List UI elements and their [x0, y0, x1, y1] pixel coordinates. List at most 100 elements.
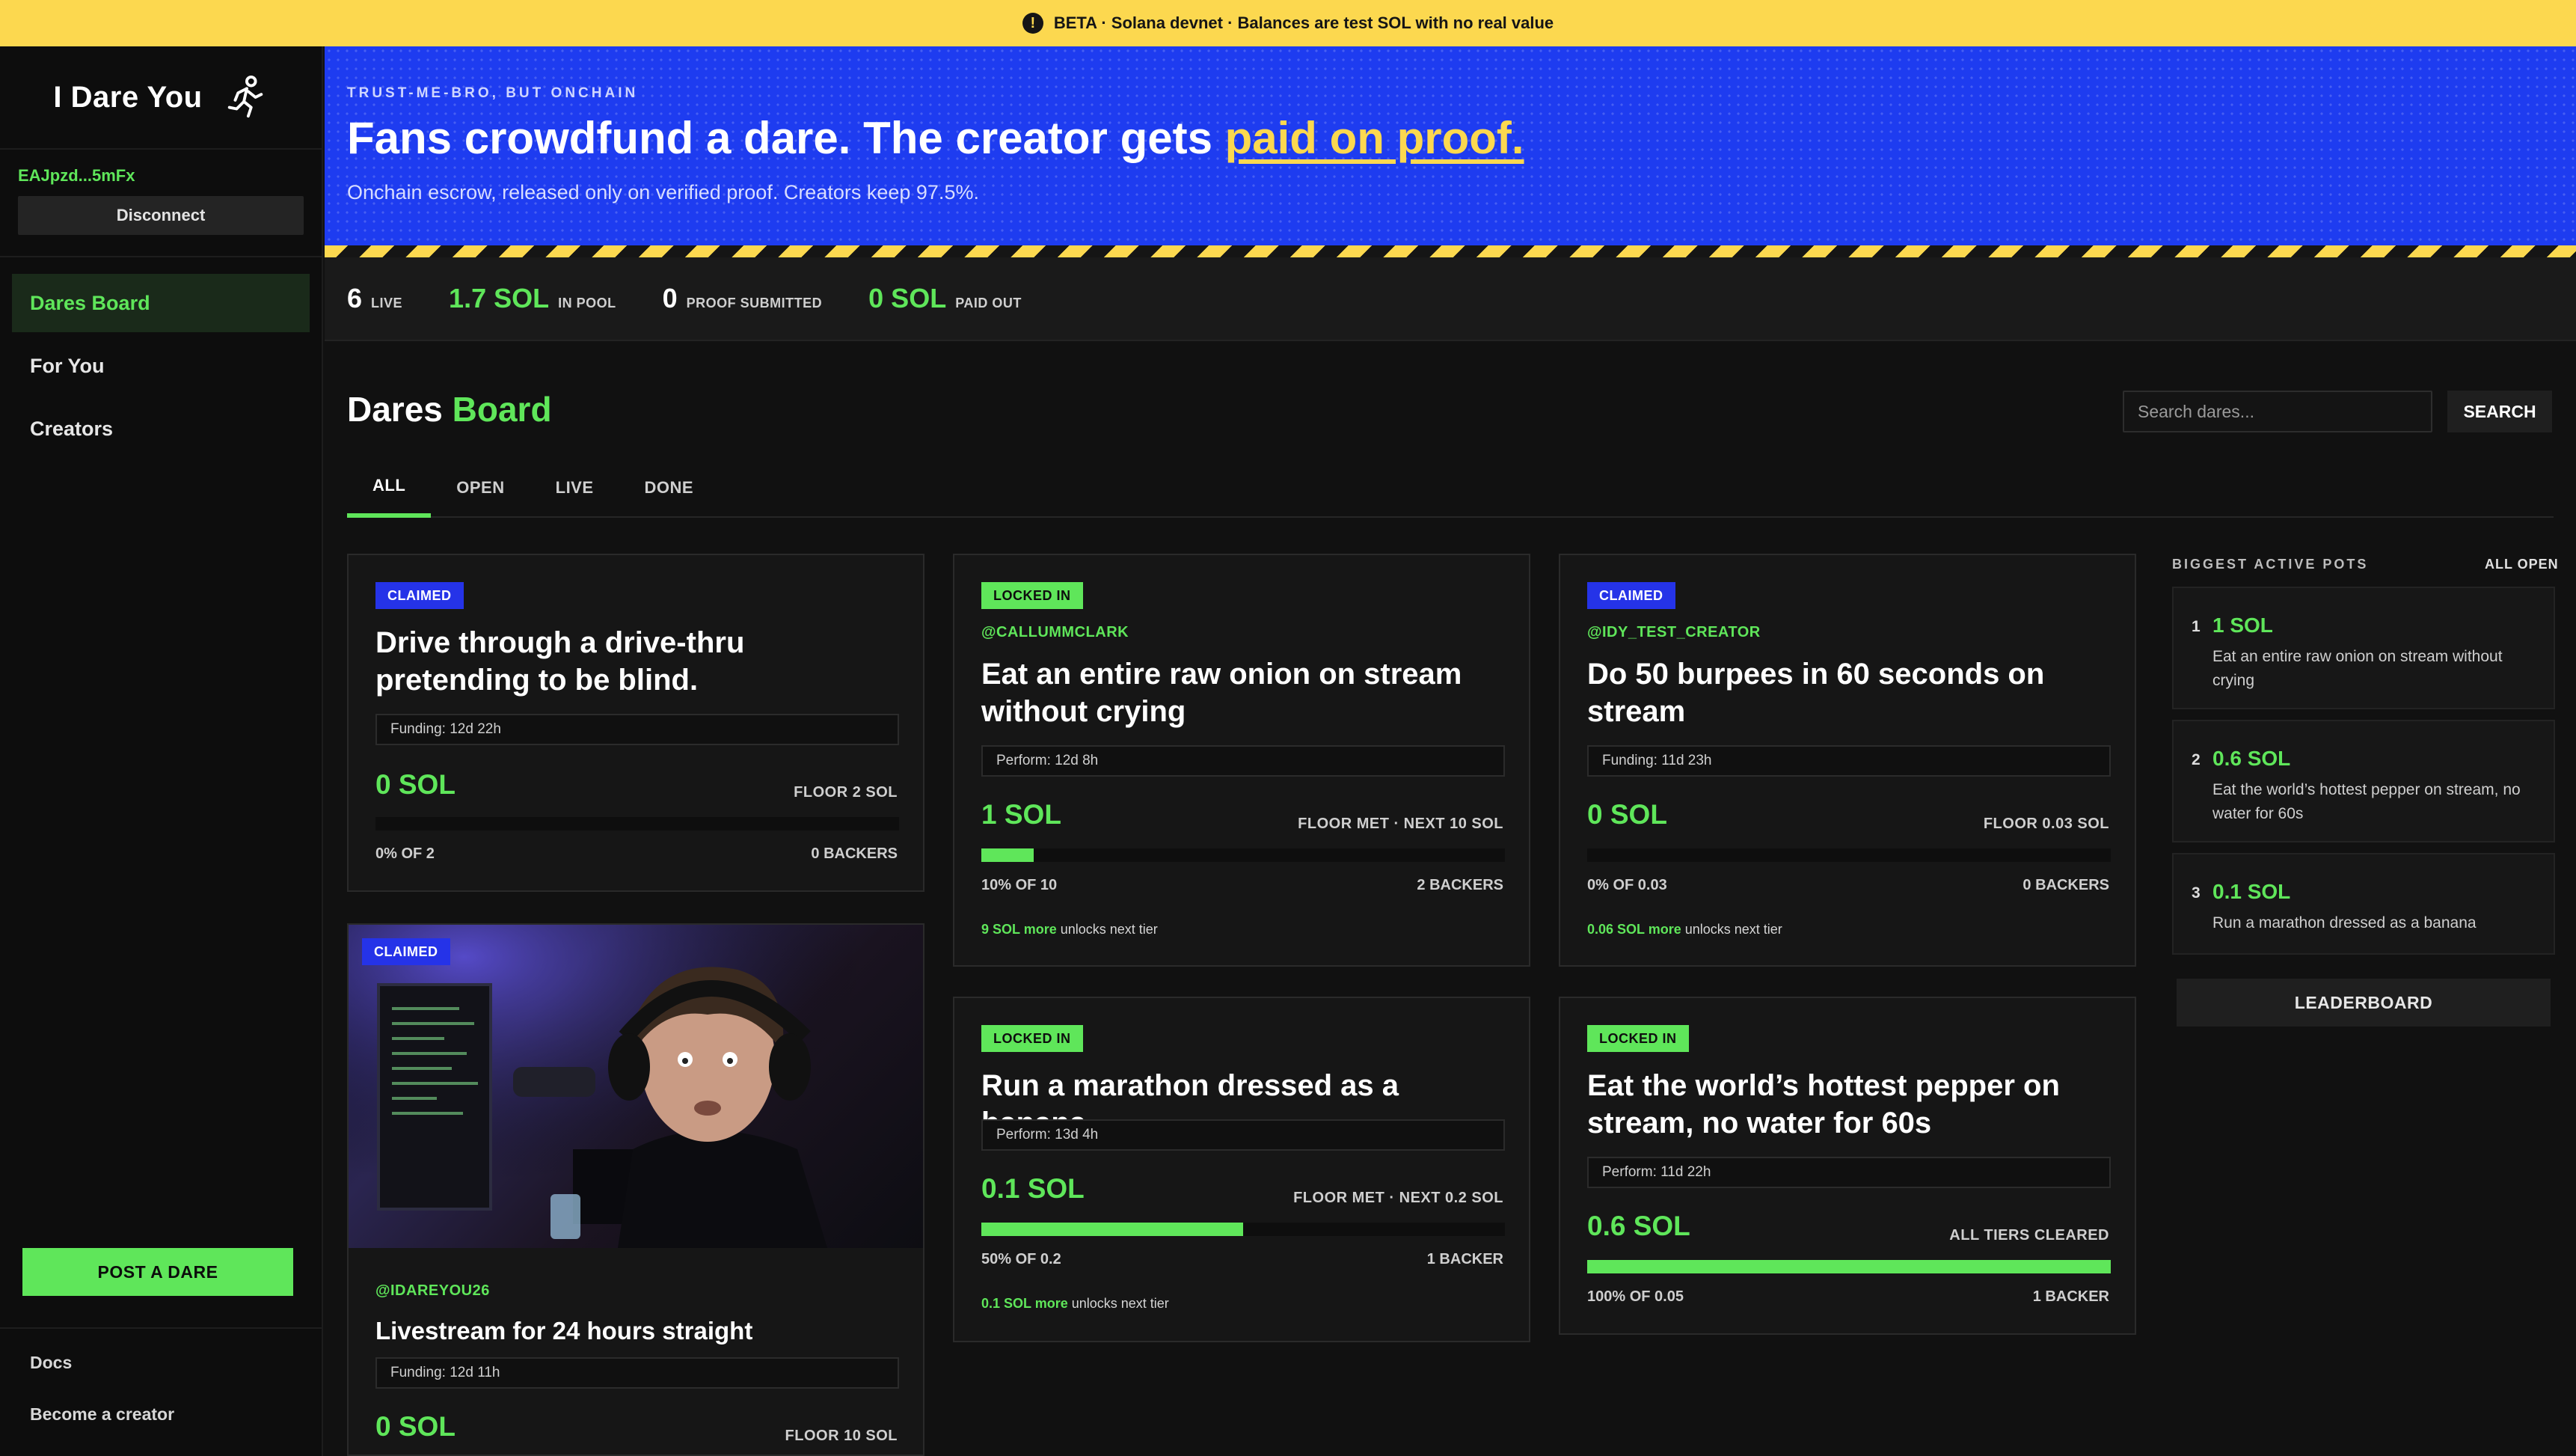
unlock-amount: 0.06 SOL more	[1587, 922, 1681, 937]
dare-title: Livestream for 24 hours straight	[375, 1317, 753, 1345]
stat-label: PROOF SUBMITTED	[686, 296, 823, 311]
sidebar-item-for-you[interactable]: For You	[12, 337, 310, 395]
progress-bar	[981, 848, 1505, 862]
pot-item[interactable]: 1 1 SOL Eat an entire raw onion on strea…	[2172, 587, 2555, 709]
docs-link[interactable]: Docs	[30, 1353, 293, 1373]
search-button[interactable]: SEARCH	[2447, 391, 2552, 432]
status-badge: LOCKED IN	[981, 1025, 1083, 1052]
pot-description: Eat the world’s hottest pepper on stream…	[2212, 781, 2521, 822]
pot-amount: 0.1 SOL	[2212, 880, 2291, 903]
creator-handle[interactable]: @IDY_TEST_CREATOR	[1587, 624, 1761, 641]
creator-handle[interactable]: @IDAREYOU26	[375, 1282, 490, 1300]
stat-value: 0 SOL	[868, 283, 947, 313]
leaderboard-button[interactable]: LEADERBOARD	[2177, 979, 2551, 1027]
status-badge: CLAIMED	[362, 938, 450, 965]
dare-card[interactable]: LOCKED IN @CALLUMMCLARK Eat an entire ra…	[953, 554, 1530, 967]
creator-handle[interactable]: @CALLUMMCLARK	[981, 624, 1129, 641]
unlock-text: unlocks next tier	[1067, 1296, 1169, 1311]
paid-on-proof-link[interactable]: paid on proof.	[1225, 113, 1524, 163]
sidebar-footer: Docs Become a creator	[0, 1327, 323, 1456]
pot-amount: 0.6 SOL	[2212, 747, 2291, 770]
unlock-hint: 0.1 SOL more unlocks next tier	[981, 1296, 1169, 1312]
beta-banner: ! BETA · Solana devnet · Balances are te…	[0, 0, 2576, 46]
hero-subtitle: Onchain escrow, released only on verifie…	[347, 181, 979, 204]
unlock-text: unlocks next tier	[1681, 922, 1782, 937]
dare-title: Do 50 burpees in 60 seconds on stream	[1587, 658, 2045, 728]
disconnect-button[interactable]: Disconnect	[18, 196, 304, 235]
pot-amount: 0 SOL	[1587, 799, 1667, 830]
tab-open[interactable]: OPEN	[431, 458, 530, 518]
progress-percent: 50% OF 0.2	[981, 1251, 1061, 1267]
unlock-text: unlocks next tier	[1056, 922, 1158, 937]
dare-card[interactable]: LOCKED IN Run a marathon dressed as a ba…	[953, 997, 1530, 1342]
sidebar-item-creators[interactable]: Creators	[12, 400, 310, 458]
progress-fill	[1587, 1260, 2111, 1273]
pot-description: Eat an entire raw onion on stream withou…	[2212, 648, 2503, 689]
stat-label: LIVE	[371, 296, 403, 311]
pot-amount: 0.1 SOL	[981, 1173, 1085, 1204]
timer-label: Perform: 11d 22h	[1587, 1157, 2111, 1188]
status-badge: CLAIMED	[375, 582, 464, 609]
dare-card[interactable]: CLAIMED @IDY_TEST_CREATOR Do 50 burpees …	[1559, 554, 2136, 967]
floor-label: FLOOR MET · NEXT 0.2 SOL	[1293, 1190, 1503, 1206]
backers-count: 0 BACKERS	[811, 845, 898, 862]
filter-tabs: ALL OPEN LIVE DONE	[347, 458, 2554, 518]
brand-title: I Dare You	[53, 80, 203, 114]
floor-label: FLOOR 10 SOL	[785, 1428, 898, 1444]
all-open-link[interactable]: ALL OPEN	[2485, 557, 2559, 572]
pot-description: Run a marathon dressed as a banana	[2212, 914, 2477, 932]
pot-amount: 1 SOL	[981, 799, 1061, 830]
tab-all[interactable]: ALL	[347, 458, 432, 518]
page-title: Dares Board	[347, 389, 552, 429]
stat-live: 6 LIVE	[347, 283, 402, 314]
wallet-address[interactable]: EAJpzd...5mFx	[18, 166, 304, 186]
unlock-hint: 0.06 SOL more unlocks next tier	[1587, 922, 1782, 937]
page-title-accent: Board	[452, 390, 552, 429]
unlock-hint: 9 SOL more unlocks next tier	[981, 922, 1158, 937]
floor-label: ALL TIERS CLEARED	[1949, 1227, 2109, 1244]
tab-live[interactable]: LIVE	[530, 458, 619, 518]
unlock-amount: 9 SOL more	[981, 922, 1057, 937]
exclamation-icon: !	[1022, 13, 1043, 34]
dare-card[interactable]: CLAIMED Drive through a drive-thru prete…	[347, 554, 924, 892]
stat-paid-out: 0 SOL PAID OUT	[868, 283, 1022, 314]
pot-amount: 0.6 SOL	[1587, 1211, 1690, 1241]
brand[interactable]: I Dare You	[0, 46, 322, 150]
progress-percent: 0% OF 2	[375, 845, 435, 862]
dare-title: Eat the world’s hottest pepper on stream…	[1587, 1069, 2060, 1140]
become-creator-link[interactable]: Become a creator	[30, 1404, 293, 1425]
stats-bar: 6 LIVE 1.7 SOL IN POOL 0 PROOF SUBMITTED…	[325, 257, 2576, 341]
hero-title: Fans crowdfund a dare. The creator gets …	[347, 112, 1524, 164]
dare-card[interactable]: LOCKED IN Eat the world’s hottest pepper…	[1559, 997, 2136, 1335]
hazard-stripe	[325, 245, 2576, 257]
backers-count: 0 BACKERS	[2023, 877, 2109, 893]
status-badge: LOCKED IN	[981, 582, 1083, 609]
hero-title-text: Fans crowdfund a dare. The creator gets	[347, 113, 1225, 163]
pot-amount: 0 SOL	[375, 1411, 456, 1442]
dare-card[interactable]: CLAIMED @IDAREYOU26 Livestream for 24 ho…	[347, 923, 924, 1456]
progress-percent: 100% OF 0.05	[1587, 1288, 1684, 1305]
wallet-box: EAJpzd...5mFx Disconnect	[0, 150, 322, 257]
progress-percent: 10% OF 10	[981, 877, 1058, 893]
progress-bar	[1587, 1260, 2111, 1273]
search-input[interactable]	[2123, 391, 2432, 432]
running-person-icon	[227, 75, 263, 118]
timer-label: Perform: 12d 8h	[981, 745, 1505, 777]
tab-done[interactable]: DONE	[619, 458, 720, 518]
dare-title: Drive through a drive-thru pretending to…	[375, 626, 745, 697]
sidebar-item-dares-board[interactable]: Dares Board	[12, 274, 310, 332]
stat-in-pool: 1.7 SOL IN POOL	[449, 283, 616, 314]
sidebar-nav: Dares Board For You Creators	[0, 257, 322, 479]
pot-rank: 1	[2192, 618, 2201, 635]
timer-label: Perform: 13d 4h	[981, 1119, 1505, 1151]
progress-percent: 0% OF 0.03	[1587, 877, 1667, 893]
timer-label: Funding: 12d 22h	[375, 714, 899, 745]
backers-count: 1 BACKER	[1426, 1251, 1503, 1267]
stat-label: IN POOL	[558, 296, 616, 311]
stat-value: 0	[662, 283, 678, 313]
pot-item[interactable]: 3 0.1 SOL Run a marathon dressed as a ba…	[2172, 853, 2555, 955]
floor-label: FLOOR 0.03 SOL	[1983, 816, 2109, 832]
post-dare-button[interactable]: POST A DARE	[22, 1248, 293, 1296]
progress-fill	[981, 848, 1034, 862]
pot-item[interactable]: 2 0.6 SOL Eat the world’s hottest pepper…	[2172, 720, 2555, 842]
